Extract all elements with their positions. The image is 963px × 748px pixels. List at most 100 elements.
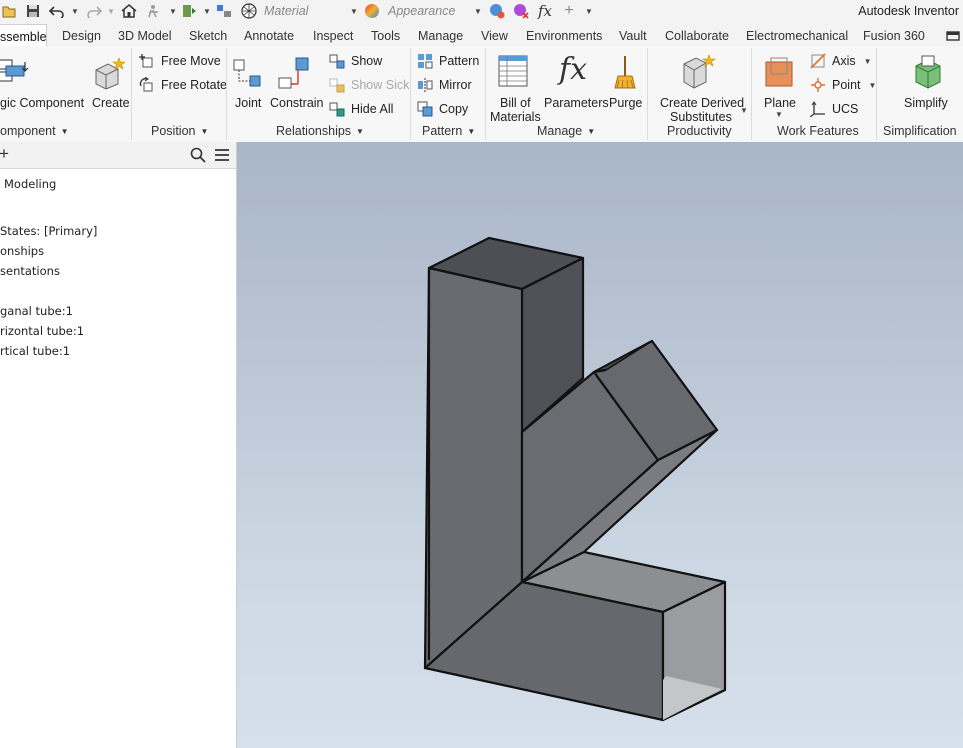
bill-of-materials-icon — [498, 55, 528, 87]
tab-vault[interactable]: Vault — [619, 24, 647, 46]
tree-item-horizontal-tube[interactable]: rizontal tube:1 — [0, 324, 84, 338]
constrain-label: Constrain — [270, 96, 324, 110]
show-button[interactable]: Show — [329, 51, 382, 71]
select-priority-icon[interactable] — [215, 3, 233, 19]
tree-item-relationships[interactable]: onships — [0, 244, 44, 258]
material-value: Material — [264, 4, 309, 18]
add-icon[interactable]: + — [0, 144, 9, 164]
tree-item-representations[interactable]: sentations — [0, 264, 60, 278]
update-icon[interactable] — [181, 3, 197, 19]
plane-button[interactable]: Plane ▼ — [760, 52, 798, 122]
update-dropdown-icon[interactable]: ▼ — [203, 7, 211, 16]
pattern-panel-title[interactable]: Pattern ▼ — [422, 124, 475, 138]
axis-button[interactable]: Axis ▼ — [810, 51, 872, 71]
tab-environments[interactable]: Environments — [526, 24, 602, 46]
ucs-button[interactable]: UCS — [809, 99, 859, 119]
tab-manage[interactable]: Manage — [418, 24, 463, 46]
free-move-button[interactable]: Free Move — [139, 51, 221, 71]
free-rotate-button[interactable]: Free Rotate — [139, 75, 227, 95]
panel-divider — [485, 48, 486, 140]
free-move-label: Free Move — [161, 54, 221, 68]
point-icon — [810, 77, 826, 93]
simplification-panel-title: Simplification — [883, 124, 957, 138]
home-icon[interactable] — [120, 3, 138, 19]
appearance-icon — [363, 3, 381, 19]
tab-inspect[interactable]: Inspect — [313, 24, 353, 46]
material-dropdown[interactable]: Material ▼ — [264, 1, 360, 21]
pattern-button[interactable]: Pattern — [417, 51, 479, 71]
ucs-label: UCS — [832, 102, 859, 116]
tab-view[interactable]: View — [481, 24, 508, 46]
customize-dropdown-icon[interactable]: ▼ — [585, 7, 593, 16]
graphics-viewport[interactable] — [237, 142, 963, 748]
tree-item-model-states[interactable]: States: [Primary] — [0, 224, 97, 238]
place-component-button[interactable]: gic Component — [0, 52, 84, 112]
copy-icon — [417, 101, 433, 117]
search-icon[interactable] — [190, 147, 206, 166]
manage-panel-title[interactable]: Manage ▼ — [537, 124, 595, 138]
adjust-appearance-icon[interactable] — [488, 3, 506, 19]
undo-dropdown-icon[interactable]: ▼ — [71, 7, 79, 16]
create-component-button[interactable]: Create — [90, 52, 130, 112]
purge-label: Purge — [609, 96, 643, 110]
tree-item-diagonal-tube[interactable]: ganal tube:1 — [0, 304, 73, 318]
appearance-dropdown[interactable]: Appearance ▼ — [388, 1, 484, 21]
return-icon — [146, 3, 164, 19]
position-panel-title[interactable]: Position ▼ — [151, 124, 208, 138]
tab-fusion-360[interactable]: Fusion 360 — [863, 24, 925, 46]
return-dropdown-icon[interactable]: ▼ — [169, 7, 177, 16]
joint-button[interactable]: Joint — [232, 52, 266, 112]
tree-item-modeling[interactable]: Modeling — [4, 177, 56, 191]
tab-label: 3D Model — [118, 29, 172, 43]
chevron-down-icon: ▼ — [775, 110, 783, 119]
show-sick-label: Show Sick — [351, 78, 410, 92]
tab-label: Electromechanical — [746, 29, 849, 43]
component-panel-title[interactable]: omponent ▼ — [0, 124, 69, 138]
constrain-button[interactable]: Constrain — [270, 52, 324, 112]
panel-title-text: Manage — [537, 124, 583, 138]
save-icon[interactable] — [25, 3, 41, 19]
simplify-button[interactable]: Simplify — [902, 52, 954, 112]
tab-collaborate[interactable]: Collaborate — [665, 24, 729, 46]
tab-electromechanical[interactable]: Electromechanical — [746, 24, 848, 46]
chevron-down-icon: ▼ — [350, 7, 358, 16]
hide-all-button[interactable]: Hide All — [329, 99, 393, 119]
create-component-icon — [95, 57, 126, 90]
chevron-down-icon: ▼ — [740, 106, 748, 115]
tab-tools[interactable]: Tools — [371, 24, 400, 46]
point-button[interactable]: Point ▼ — [810, 75, 876, 95]
create-derived-substitutes-button[interactable]: Create Derived Substitutes ▼ — [656, 52, 752, 124]
clear-appearance-icon[interactable] — [512, 3, 530, 19]
parameters-label: Parameters — [544, 96, 609, 110]
ribbon: gic Component Create omponent ▼ Free Move… — [0, 46, 963, 143]
open-icon[interactable] — [2, 3, 16, 19]
tab-design[interactable]: Design — [62, 24, 101, 46]
add-icon[interactable]: + — [561, 2, 577, 19]
bom-label-line2: Materials — [490, 110, 541, 124]
tree-item-vertical-tube[interactable]: rtical tube:1 — [0, 344, 70, 358]
bom-label-line1: Bill of — [500, 96, 531, 110]
ucs-icon — [809, 101, 826, 118]
tab-label: Sketch — [189, 29, 228, 43]
bill-of-materials-button[interactable]: Bill of Materials — [489, 52, 541, 124]
fx-parameters-icon[interactable]: fx — [536, 2, 554, 20]
purge-button[interactable]: Purge — [607, 52, 643, 112]
tab-assemble[interactable]: ssemble — [0, 24, 47, 48]
relationships-panel-title[interactable]: Relationships ▼ — [276, 124, 364, 138]
tube-assembly-model[interactable] — [237, 142, 963, 748]
tab-label: Design — [62, 29, 101, 43]
app-title: Autodesk Inventor — [858, 4, 959, 18]
menu-icon[interactable] — [214, 147, 230, 166]
tab-3d-model[interactable]: 3D Model — [118, 24, 172, 46]
chevron-down-icon: ▼ — [200, 127, 209, 137]
ribbon-options-icon[interactable] — [946, 30, 960, 45]
axis-icon — [810, 53, 826, 69]
tab-annotate[interactable]: Annotate — [244, 24, 294, 46]
mirror-button[interactable]: Mirror — [417, 75, 472, 95]
model-browser: + Modeling States: [Primary] onships sen… — [0, 142, 237, 748]
copy-button[interactable]: Copy — [417, 99, 468, 119]
undo-icon[interactable] — [48, 3, 66, 19]
tab-label: Tools — [371, 29, 401, 43]
parameters-button[interactable]: fx Parameters — [543, 52, 609, 112]
tab-sketch[interactable]: Sketch — [189, 24, 227, 46]
